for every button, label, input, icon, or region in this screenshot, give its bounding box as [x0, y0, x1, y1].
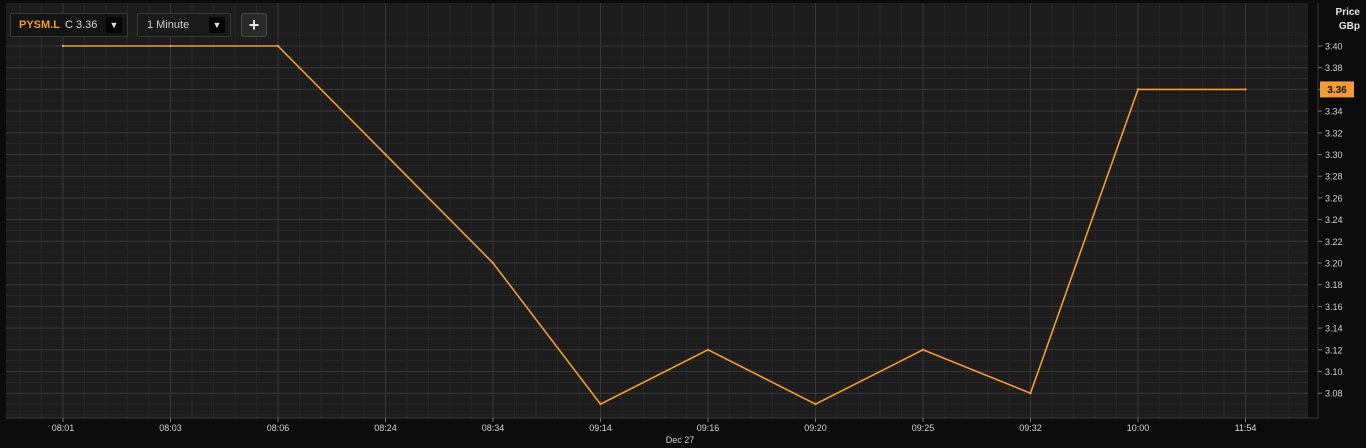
y-tick-label: 3.34: [1325, 107, 1343, 117]
y-tick-label: 3.12: [1325, 345, 1343, 355]
y-tick-label: 3.40: [1325, 42, 1343, 52]
x-tick-label: 08:03: [159, 423, 182, 433]
x-tick-label: 08:24: [374, 423, 397, 433]
series-point: [1029, 392, 1032, 395]
interval-dropdown[interactable]: 1 Minute ▼: [137, 13, 231, 37]
plus-icon: +: [248, 15, 260, 35]
series-point: [276, 44, 280, 48]
symbol-selector[interactable]: PYSM.L C 3.36 ▼: [10, 13, 128, 37]
x-tick-label: 08:01: [52, 423, 75, 433]
series-point: [1244, 88, 1247, 91]
series-point: [169, 44, 172, 48]
x-tick-label: 09:32: [1019, 423, 1042, 433]
y-tick-label: 3.18: [1325, 280, 1343, 290]
x-tick-label: 11:54: [1235, 423, 1257, 433]
interval-label: 1 Minute: [147, 19, 190, 31]
y-tick-label: 3.26: [1325, 193, 1343, 203]
series-point: [921, 348, 925, 351]
series-point: [61, 44, 65, 48]
caret-down-icon[interactable]: ▼: [106, 17, 122, 33]
series-point: [491, 261, 495, 265]
y-tick-label: 3.38: [1325, 63, 1343, 73]
x-tick-label: 09:14: [589, 423, 612, 433]
x-tick-label: 08:34: [482, 423, 505, 433]
x-tick-label: 10:00: [1127, 423, 1150, 433]
y-tick-label: 3.22: [1325, 237, 1343, 247]
current-price-badge: 3.36: [1320, 81, 1354, 98]
y-tick-label: 3.08: [1325, 389, 1343, 399]
y-tick-label: 3.32: [1325, 128, 1343, 138]
date-label: Dec 27: [666, 435, 695, 445]
x-tick-label: 08:06: [267, 423, 290, 433]
series-point: [384, 153, 387, 156]
current-price-label: 3.36: [1327, 85, 1347, 96]
plot-area[interactable]: [6, 3, 1308, 418]
caret-down-icon[interactable]: ▼: [209, 17, 225, 33]
close-prefix: C: [64, 19, 73, 31]
y-tick-label: 3.30: [1325, 150, 1343, 160]
chart-toolbar: PYSM.L C 3.36 ▼ 1 Minute ▼ +: [10, 12, 267, 38]
x-tick-label: 09:25: [912, 423, 935, 433]
series-point: [599, 402, 602, 406]
price-axis-unit: GBp: [1338, 21, 1360, 32]
close-price: 3.36: [75, 19, 98, 31]
y-tick-label: 3.10: [1325, 367, 1343, 377]
price-axis-title: Price: [1335, 7, 1360, 18]
add-indicator-button[interactable]: +: [241, 13, 267, 37]
series-point: [706, 348, 710, 351]
x-tick-label: 09:20: [804, 423, 827, 433]
y-tick-label: 3.28: [1325, 172, 1343, 182]
series-point: [814, 402, 817, 406]
series-point: [1136, 88, 1140, 91]
price-chart[interactable]: 3.40 3.38 3.36 3.34 3.32 3.30 3.28 3.26 3.24 3.22…: [0, 0, 1366, 448]
y-tick-label: 3.14: [1325, 324, 1343, 334]
x-tick-label: 09:16: [697, 423, 720, 433]
y-tick-label: 3.20: [1325, 259, 1343, 269]
symbol-label: PYSM.L: [19, 19, 60, 31]
y-tick-label: 3.16: [1325, 302, 1343, 312]
close-value: C 3.36: [65, 19, 97, 31]
y-tick-label: 3.24: [1325, 215, 1343, 225]
